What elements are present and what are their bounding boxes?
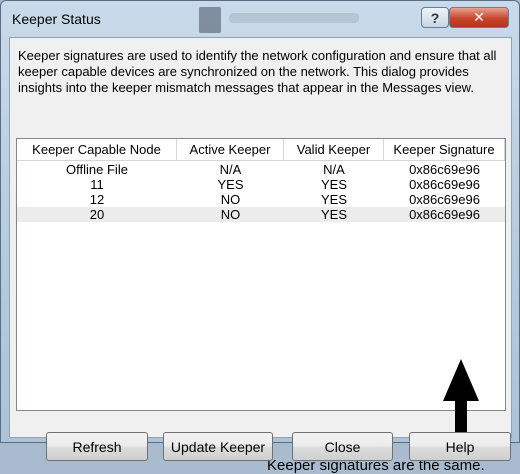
active-keeper-cell: NO: [220, 207, 241, 222]
dialog-client-area: Keeper signatures are used to identify t…: [9, 37, 512, 474]
help-button[interactable]: Help: [409, 432, 511, 461]
active-keeper-cell: YES: [217, 177, 244, 192]
table-row[interactable]: 11 YES YES 0x86c69e96: [17, 177, 505, 192]
close-button[interactable]: Close: [292, 432, 393, 461]
list-header: Keeper Capable Node Active Keeper Valid …: [17, 139, 505, 161]
keeper-signature-cell: 0x86c69e96: [409, 207, 480, 222]
valid-keeper-cell: N/A: [323, 162, 345, 177]
keeper-signature-cell: 0x86c69e96: [409, 162, 480, 177]
column-header-valid-keeper[interactable]: Valid Keeper: [284, 139, 384, 160]
description-text: Keeper signatures are used to identify t…: [18, 48, 497, 95]
keeper-status-dialog: Keeper Status ? ✕ Keeper signatures are …: [0, 0, 520, 474]
valid-keeper-cell: YES: [320, 177, 347, 192]
background-window-title: [229, 13, 359, 23]
active-keeper-cell: N/A: [219, 162, 242, 177]
node-cell: 11: [90, 177, 104, 192]
node-cell: 12: [89, 192, 105, 207]
node-cell: 20: [89, 207, 105, 222]
dialog-title: Keeper Status: [12, 11, 101, 27]
node-cell: Offline File: [66, 162, 128, 177]
valid-keeper-cell: YES: [320, 207, 347, 222]
title-close-button[interactable]: ✕: [449, 7, 509, 28]
keeper-signature-cell: 0x86c69e96: [409, 192, 480, 207]
column-header-active-keeper[interactable]: Active Keeper: [177, 139, 284, 160]
update-keeper-button[interactable]: Update Keeper: [163, 432, 273, 461]
column-header-node[interactable]: Keeper Capable Node: [17, 139, 177, 160]
valid-keeper-cell: YES: [320, 192, 347, 207]
title-help-button[interactable]: ?: [421, 7, 449, 28]
active-keeper-cell: NO: [220, 192, 241, 207]
list-rows: Offline File N/A N/A 0x86c69e96 11 YES Y…: [17, 162, 505, 222]
column-header-keeper-signature[interactable]: Keeper Signature: [384, 139, 505, 160]
refresh-button[interactable]: Refresh: [46, 432, 148, 461]
table-row[interactable]: Offline File N/A N/A 0x86c69e96: [17, 162, 505, 177]
keeper-signature-cell: 0x86c69e96: [409, 177, 480, 192]
table-row[interactable]: 12 NO YES 0x86c69e96: [17, 192, 505, 207]
close-icon: ✕: [473, 9, 485, 25]
question-mark-icon: ?: [430, 9, 440, 26]
table-row-selected[interactable]: 20 NO YES 0x86c69e96: [17, 207, 505, 222]
keeper-list-view[interactable]: Keeper Capable Node Active Keeper Valid …: [16, 138, 506, 474]
title-bar[interactable]: Keeper Status ? ✕: [1, 1, 519, 37]
background-window-icon: [199, 7, 221, 33]
